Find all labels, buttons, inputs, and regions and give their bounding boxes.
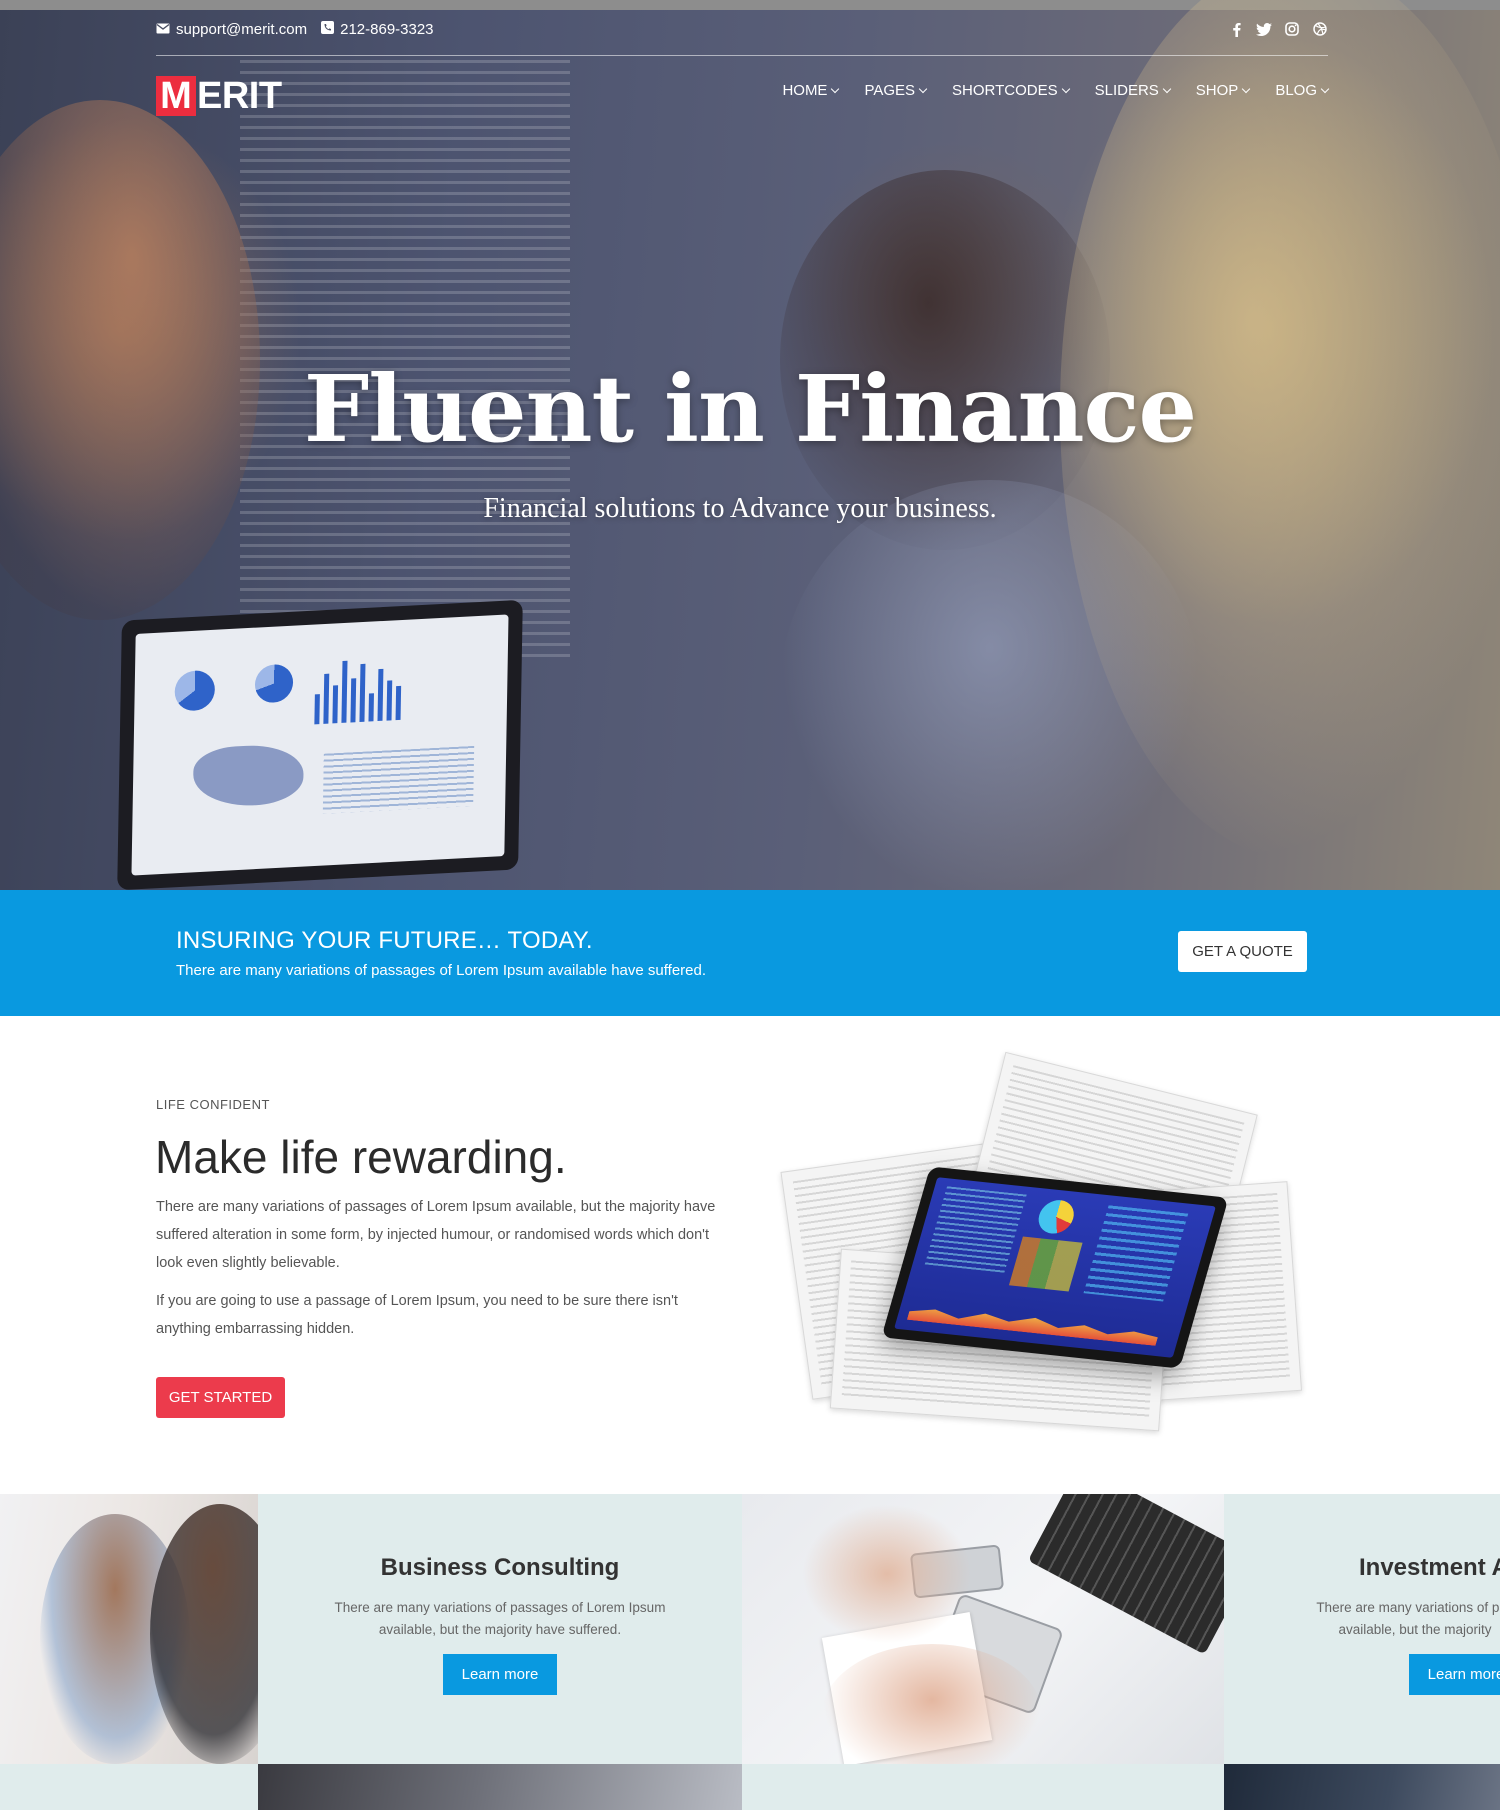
service-title: Business Consulting	[380, 1554, 620, 1581]
chevron-down-icon	[1162, 84, 1172, 93]
main-nav: HOME PAGES SHORTCODES SLIDERS SHOP BLOG	[782, 82, 1330, 99]
nav-item-shop[interactable]: SHOP	[1195, 82, 1251, 99]
tablet-wave	[907, 1298, 1162, 1346]
pie-chart-icon	[254, 663, 294, 704]
hero-section: support@merit.com 212-869-3323 M ERIT HO…	[0, 0, 1500, 890]
instagram-icon[interactable]	[1284, 21, 1300, 37]
twitter-icon[interactable]	[1256, 21, 1272, 37]
nav-item-label: PAGES	[864, 82, 916, 99]
about-paragraph: If you are going to use a passage of Lor…	[156, 1293, 678, 1337]
about-title: Make life rewarding.	[155, 1131, 567, 1183]
chevron-down-icon	[831, 84, 840, 93]
pie-chart-icon	[1034, 1198, 1078, 1236]
phone-contact[interactable]: 212-869-3323	[321, 20, 434, 38]
nav-item-home[interactable]: HOME	[782, 82, 840, 99]
page: support@merit.com 212-869-3323 M ERIT HO…	[0, 0, 1500, 1810]
learn-more-button[interactable]: Learn more	[1409, 1654, 1500, 1695]
partial-card	[0, 1764, 258, 1810]
service-text: There are many variations of passages of…	[334, 1600, 666, 1637]
chevron-down-icon	[918, 84, 928, 93]
partial-photo	[1224, 1764, 1500, 1810]
service-text: There are many variations of pas availab…	[1316, 1600, 1500, 1637]
laptop-graphic	[117, 599, 523, 890]
topbar: support@merit.com 212-869-3323	[156, 19, 1328, 39]
facebook-icon[interactable]	[1228, 21, 1244, 37]
nav-item-label: SHOP	[1195, 82, 1239, 99]
service-card: Business Consulting There are many varia…	[258, 1494, 742, 1764]
nav-item-label: HOME	[782, 82, 828, 99]
learn-more-button[interactable]: Learn more	[443, 1654, 557, 1695]
about-eyebrow: LIFE CONFIDENT	[156, 1097, 270, 1112]
calculator-photo	[742, 1494, 1224, 1764]
service-card: Investment A There are many variations o…	[1224, 1494, 1500, 1764]
hero-subtitle: Financial solutions to Advance your busi…	[483, 493, 997, 524]
get-quote-button[interactable]: GET A QUOTE	[1178, 931, 1307, 972]
nav-item-label: SHORTCODES	[952, 82, 1058, 99]
finance-illustration	[775, 1051, 1315, 1460]
about-paragraph: There are many variations of passages of…	[156, 1199, 716, 1271]
social-links	[1228, 21, 1328, 37]
services-row: Business Consulting There are many varia…	[0, 1494, 1500, 1764]
chevron-down-icon	[1061, 84, 1070, 93]
data-table-graphic	[322, 745, 475, 814]
bar-chart-graphic	[314, 650, 402, 725]
phone-text: 212-869-3323	[340, 20, 434, 38]
photo-hands	[802, 1504, 972, 1644]
nav-item-label: SLIDERS	[1094, 82, 1159, 99]
partial-card	[742, 1764, 1224, 1810]
tablet-graphic	[881, 1166, 1229, 1369]
nav-item-label: BLOG	[1275, 82, 1317, 99]
laptop-screen	[131, 614, 509, 876]
partial-photo	[258, 1764, 742, 1810]
merit-logo[interactable]: M ERIT	[156, 76, 282, 116]
phone-icon	[321, 20, 335, 38]
pie-chart-icon	[174, 669, 216, 712]
email-contact[interactable]: support@merit.com	[156, 21, 307, 38]
world-map-graphic	[192, 742, 305, 809]
nav-item-blog[interactable]: BLOG	[1275, 82, 1330, 99]
nav-item-pages[interactable]: PAGES	[864, 82, 928, 99]
nav-item-sliders[interactable]: SLIDERS	[1094, 82, 1172, 99]
chevron-down-icon	[1242, 84, 1251, 93]
logo-initial: M	[156, 76, 196, 116]
consulting-photo	[0, 1494, 258, 1764]
cta-text: There are many variations of passages of…	[176, 962, 707, 979]
tablet-bars	[1008, 1236, 1083, 1292]
envelope-icon	[156, 21, 170, 38]
tablet-screen	[894, 1177, 1216, 1358]
tablet-list	[1083, 1205, 1189, 1302]
chevron-down-icon	[1320, 84, 1330, 93]
topbar-divider	[156, 55, 1328, 56]
get-started-button[interactable]: GET STARTED	[156, 1377, 285, 1418]
tablet-data-columns	[924, 1186, 1027, 1273]
cta-title: INSURING YOUR FUTURE… TODAY.	[176, 927, 593, 954]
hero-title: Fluent in Finance	[303, 355, 1197, 463]
dribbble-icon[interactable]	[1312, 21, 1328, 37]
service-title: Investment A	[1359, 1554, 1500, 1581]
email-text: support@merit.com	[176, 20, 308, 38]
nav-item-shortcodes[interactable]: SHORTCODES	[952, 82, 1070, 99]
logo-text: ERIT	[197, 75, 282, 117]
